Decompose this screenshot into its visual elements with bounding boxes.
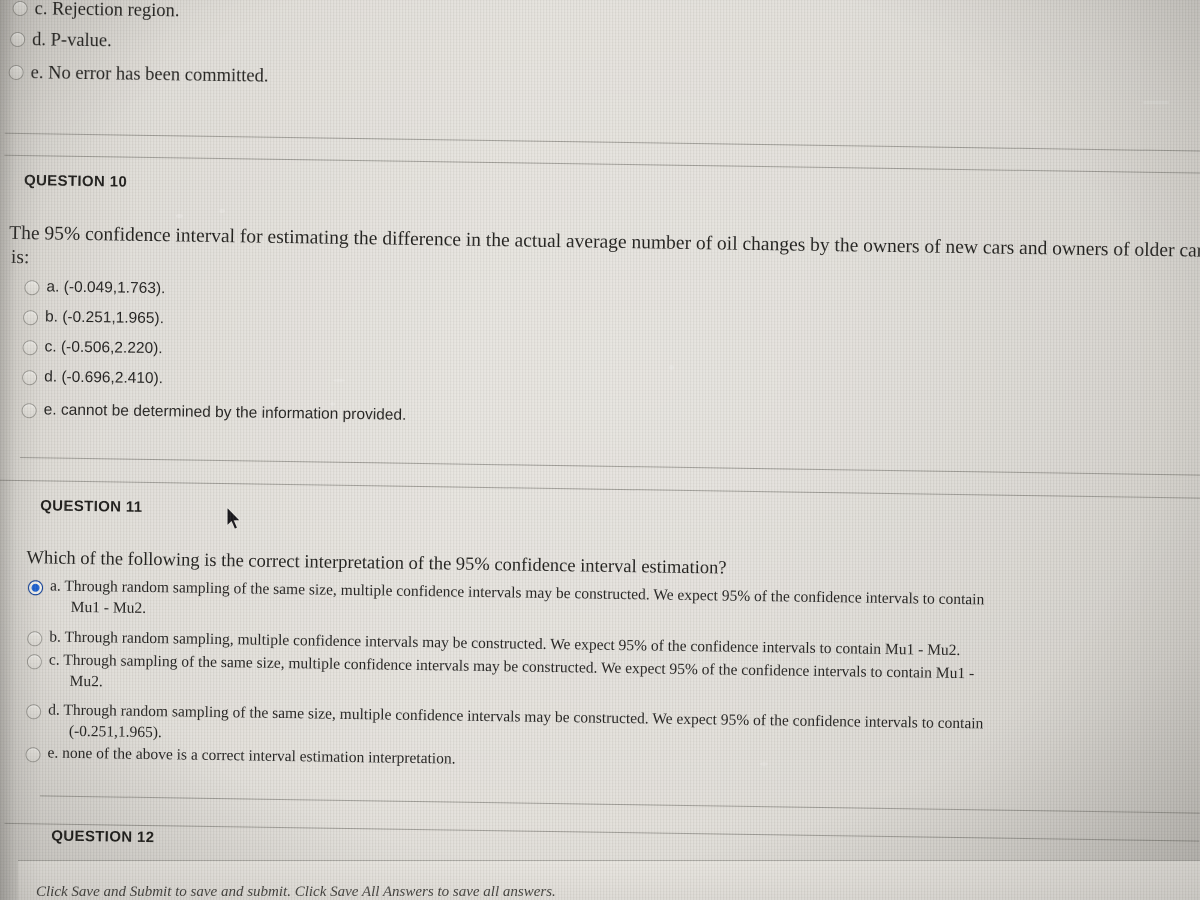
option-label: d. Through random sampling of the same s… [48,701,984,733]
option-label: b. (-0.251,1.965). [44,308,165,328]
option-label-continuation: Mu1 - Mu2. [70,598,147,617]
radio-button-a[interactable] [27,580,44,596]
radio-button-c[interactable] [12,0,28,17]
radio-button-d[interactable] [22,370,38,386]
option-label: d. P-value. [31,30,112,52]
radio-button-d[interactable] [26,704,42,720]
radio-button-b[interactable] [27,631,43,647]
list-item[interactable]: c. (-0.506,2.220). [22,336,662,367]
option-label-continuation: Mu2. [69,672,103,691]
page-title: QUESTION 11 [40,497,143,516]
list-item[interactable]: e. none of the above is a correct interv… [25,743,1185,781]
divider [4,132,1200,152]
option-label: e. cannot be determined by the informati… [43,401,407,424]
divider [4,154,1200,174]
option-label: c. (-0.506,2.220). [44,338,163,358]
radio-button-a[interactable] [24,280,40,296]
option-label: d. (-0.696,2.410). [44,368,164,388]
divider [0,479,1200,499]
quiz-page: c. Rejection region. d. P-value. e. No e… [0,0,1200,900]
option-label: e. No error has been committed. [30,63,269,87]
radio-button-b[interactable] [22,310,39,326]
question-prompt: The 95% confidence interval for estimati… [9,222,1200,262]
radio-button-e[interactable] [21,403,37,419]
page-title: QUESTION 10 [23,172,128,191]
list-item[interactable]: d. P-value. [10,28,710,62]
divider [4,822,1200,842]
photographed-screen: c. Rejection region. d. P-value. e. No e… [0,0,1200,900]
list-item[interactable]: a. Through random sampling of the same s… [27,576,1188,614]
radio-button-e[interactable] [25,747,41,763]
list-item[interactable]: a. (-0.049,1.763). [24,276,664,307]
list-item[interactable]: b. (-0.251,1.965). [22,306,663,337]
option-label: a. Through random sampling of the same s… [49,577,985,609]
list-item[interactable]: e. cannot be determined by the informati… [21,399,661,430]
divider [19,457,1200,476]
radio-button-e[interactable] [8,64,24,81]
save-submit-instructions: Click Save and Submit to save and submit… [36,884,556,900]
list-item[interactable]: d. Through random sampling of the same s… [26,700,1186,738]
page-title: QUESTION 12 [51,827,155,847]
list-item[interactable]: c. Rejection region. [12,0,712,31]
option-label: c. Rejection region. [34,0,180,22]
radio-button-c[interactable] [26,654,43,670]
mouse-pointer-icon [226,505,244,537]
divider [39,795,1200,814]
radio-button-d[interactable] [10,31,26,48]
question-prompt: Which of the following is the correct in… [26,548,727,579]
option-label: e. none of the above is a correct interv… [47,744,456,768]
option-label: a. (-0.049,1.763). [46,278,166,298]
question-prompt-cont: is: [10,246,30,269]
radio-button-c[interactable] [22,340,38,356]
option-label-continuation: (-0.251,1.965). [68,722,163,742]
list-item[interactable]: e. No error has been committed. [8,61,708,95]
list-item[interactable]: d. (-0.696,2.410). [22,366,662,397]
